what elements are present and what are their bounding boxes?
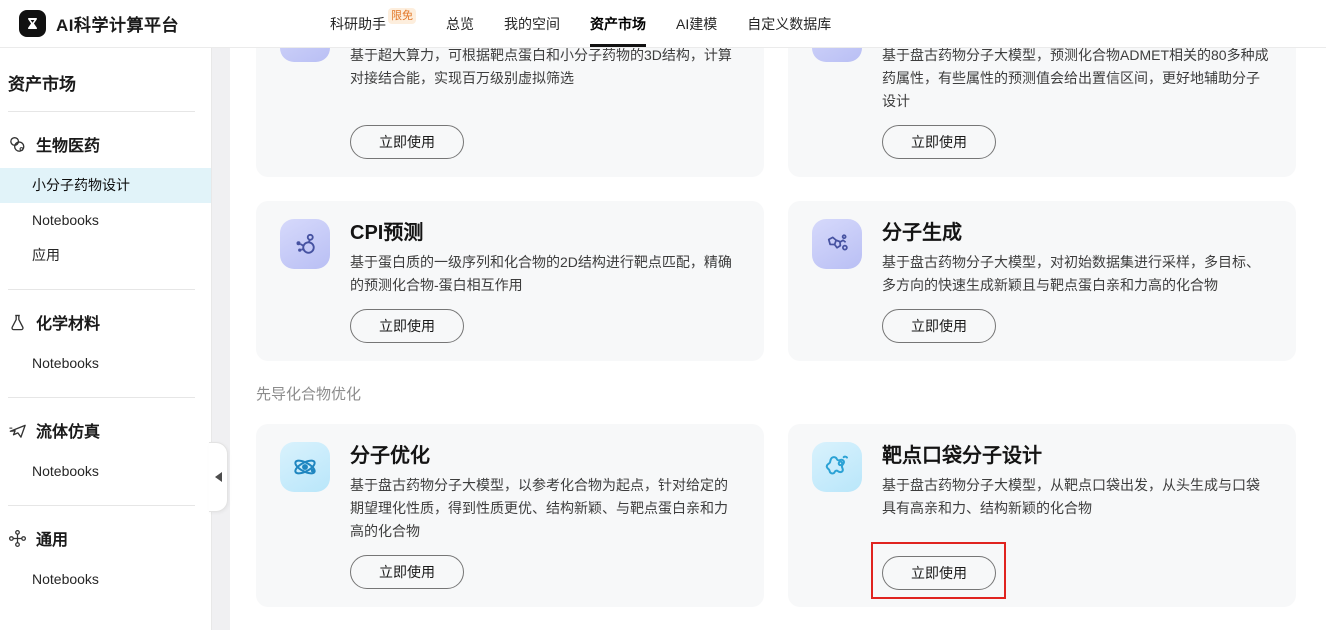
sidebar-item-notebooks-fluid[interactable]: Notebooks [0,454,211,489]
docking-icon [280,48,330,62]
network-molecule-icon [280,219,330,269]
sidebar: 资产市场 生物医药 小分子药物设计 Notebooks 应用 化学材料 Note… [0,48,212,630]
sidebar-item-notebooks-general[interactable]: Notebooks [0,562,211,597]
use-now-button[interactable]: 立即使用 [350,125,464,159]
sidebar-section-chemistry[interactable]: 化学材料 [0,290,211,334]
protein-pocket-icon [812,442,862,492]
top-header: AI科学计算平台 科研助手 限免 总览 我的空间 资产市场 AI建模 自定义数据… [0,0,1326,48]
nav-item-ai-modeling[interactable]: AI建模 [676,0,717,47]
use-now-button[interactable]: 立即使用 [350,555,464,589]
card-title: CPI预测 [350,222,424,244]
nav-item-overview[interactable]: 总览 [446,0,474,47]
sidebar-rail [209,48,230,630]
nav-item-research-assistant[interactable]: 科研助手 限免 [330,0,416,47]
card-cpi-prediction: CPI预测 基于蛋白质的一级序列和化合物的2D结构进行靶点匹配，精确的预测化合物… [256,201,764,361]
card-admet: 基于盘古药物分子大模型，预测化合物ADMET相关的80多种成药属性，有些属性的预… [788,48,1296,177]
app-logo-icon [19,10,46,37]
sidebar-item-small-molecule-drug-design[interactable]: 小分子药物设计 [0,168,211,203]
biomedicine-cells-icon [10,136,25,152]
flask-icon [11,314,24,330]
nodes-cross-icon [8,529,27,547]
card-description: 基于盘古药物分子大模型，对初始数据集进行采样，多目标、多方向的快速生成新颖且与靶… [882,254,1260,293]
use-now-button-highlighted[interactable]: 立即使用 [882,556,996,590]
sidebar-item-notebooks-bio[interactable]: Notebooks [0,203,211,238]
card-title: 分子生成 [882,222,962,244]
card-description: 基于盘古药物分子大模型，以参考化合物为起点，针对给定的期望理化性质，得到性质更优… [350,477,728,539]
card-molecule-generation: 分子生成 基于盘古药物分子大模型，对初始数据集进行采样，多目标、多方向的快速生成… [788,201,1296,361]
nav-item-asset-market[interactable]: 资产市场 [590,0,646,47]
sidebar-section-general[interactable]: 通用 [0,506,211,550]
sidebar-item-applications[interactable]: 应用 [0,238,211,273]
use-now-button[interactable]: 立即使用 [350,309,464,343]
sidebar-collapse-handle[interactable] [209,442,228,512]
card-description: 基于盘古药物分子大模型，预测化合物ADMET相关的80多种成药属性，有些属性的预… [882,48,1269,109]
collapse-left-arrow-icon [214,472,222,482]
top-nav: 科研助手 限免 总览 我的空间 资产市场 AI建模 自定义数据库 [330,0,831,47]
nav-item-custom-database[interactable]: 自定义数据库 [747,0,831,47]
sidebar-title: 资产市场 [8,75,76,94]
admet-icon [812,48,862,62]
card-title: 靶点口袋分子设计 [882,445,1042,467]
sidebar-section-biomedicine[interactable]: 生物医药 [0,112,211,156]
hourglass-icon [27,17,38,30]
main-content: 基于超大算力，可根据靶点蛋白和小分子药物的3D结构，计算对接结合能，实现百万级别… [230,48,1326,630]
card-description: 基于盘古药物分子大模型，从靶点口袋出发，从头生成与口袋具有高亲和力、结构新颖的化… [882,477,1260,516]
plane-icon [9,424,26,438]
molecule-rings-icon [812,219,862,269]
card-description: 基于蛋白质的一级序列和化合物的2D结构进行靶点匹配，精确的预测化合物-蛋白相互作… [350,254,732,293]
card-target-pocket-design: 靶点口袋分子设计 基于盘古药物分子大模型，从靶点口袋出发，从头生成与口袋具有高亲… [788,424,1296,607]
use-now-button[interactable]: 立即使用 [882,309,996,343]
atom-icon [280,442,330,492]
use-now-button[interactable]: 立即使用 [882,125,996,159]
annotation-box: 立即使用 [871,542,1006,599]
section-label-lead-optimization: 先导化合物优化 [256,386,362,403]
app-title: AI科学计算平台 [56,16,179,35]
sidebar-section-fluid-simulation[interactable]: 流体仿真 [0,398,211,442]
nav-item-my-space[interactable]: 我的空间 [504,0,560,47]
card-title: 分子优化 [350,445,430,467]
card-molecule-optimization: 分子优化 基于盘古药物分子大模型，以参考化合物为起点，针对给定的期望理化性质，得… [256,424,764,607]
card-description: 基于超大算力，可根据靶点蛋白和小分子药物的3D结构，计算对接结合能，实现百万级别… [350,48,732,86]
sidebar-item-notebooks-chem[interactable]: Notebooks [0,346,211,381]
card-virtual-screening: 基于超大算力，可根据靶点蛋白和小分子药物的3D结构，计算对接结合能，实现百万级别… [256,48,764,177]
limited-free-badge: 限免 [388,7,416,24]
brand: AI科学计算平台 [0,0,310,47]
